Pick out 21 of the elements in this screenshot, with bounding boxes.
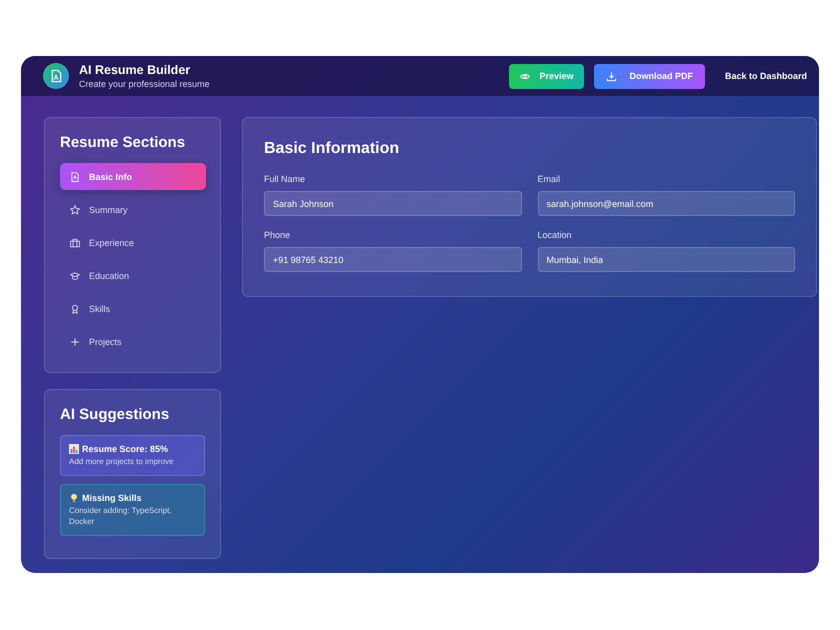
panel-title: AI Suggestions	[60, 406, 170, 423]
section-item[interactable]: Basic Info	[60, 163, 206, 190]
suggestion-title: Resume Score: 85%	[82, 444, 168, 454]
suggestion-title: Missing Skills	[82, 493, 142, 504]
section-item[interactable]: Summary	[60, 196, 206, 223]
field-label: Location	[538, 230, 573, 240]
suggestion-text: Add more projects to improve	[69, 457, 174, 468]
app-subtitle: Create your professional resume	[79, 79, 210, 89]
form-title: Basic Information	[264, 140, 400, 158]
suggestion-text: Consider adding: TypeScript, Docker	[69, 506, 173, 528]
app-title: AI Resume Builder	[79, 63, 192, 77]
back-link[interactable]: Back to Dashboard	[714, 64, 807, 88]
field-label: Full Name	[264, 174, 306, 184]
section-item[interactable]: Skills	[60, 295, 206, 322]
field-label: Phone	[264, 230, 292, 240]
section-item[interactable]: Experience	[60, 229, 206, 256]
field-label: Email	[538, 174, 562, 184]
panel-title: Resume Sections	[60, 134, 186, 151]
section-item[interactable]: Projects	[60, 328, 206, 355]
download-button[interactable]: Download PDF	[594, 64, 705, 88]
section-item[interactable]: Education	[60, 262, 206, 289]
